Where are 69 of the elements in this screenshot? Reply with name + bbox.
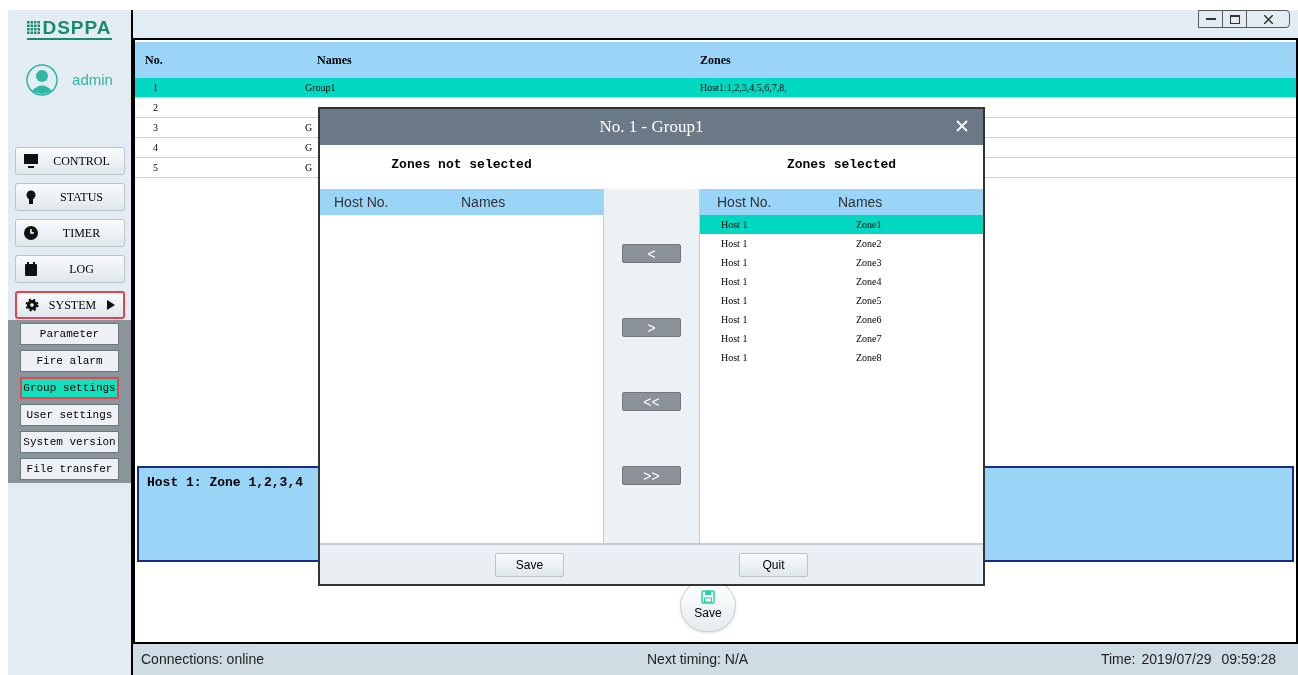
submenu-item[interactable]: Group settings [20,377,119,399]
table-cell: 5 [153,162,158,173]
time-label: Time: [1100,650,1136,669]
submenu-item[interactable]: Fire alarm [20,350,119,372]
connection-status: Connections: online [141,650,265,669]
time-text: 09:59:28 [1221,650,1276,669]
next-timing: Next timing: N/A [647,650,750,669]
zone-row[interactable]: Host 1 Zone1 [700,215,983,234]
table-cell: Host1:1,2,3,4,5,6,7,8, [700,82,787,93]
column-header: Host No. [716,192,773,212]
column-header: No. [144,52,164,69]
section-heading: Zones not selected [391,156,532,174]
table-row[interactable]: 1 Group1 Host1:1,2,3,4,5,6,7,8, [135,78,1296,98]
logo: DSPPA [42,18,112,38]
floppy-icon [701,590,715,604]
list-cell: Host 1 [721,219,748,230]
list-cell-text: Zone4 [856,275,882,289]
table-cell: 1 [153,82,158,93]
list-cell-text: Zone5 [856,294,882,308]
submenu-item[interactable]: System version [20,431,119,453]
table-cell: Group1 [305,82,336,93]
column-header: Names [316,52,353,69]
maximize-icon [1229,14,1240,24]
column-header: Names [838,192,883,212]
dialog-button[interactable]: Save [495,552,564,577]
detail-text: Host 1: Zone 1,2,3,4 [147,475,304,490]
nav-button[interactable]: CONTROL [14,147,125,175]
list-cell: Host 1 [721,333,748,344]
submenu-item[interactable]: File transfer [20,458,119,480]
user-name: admin [72,69,113,90]
avatar-icon [26,64,59,96]
list-cell-text: Zone3 [856,256,882,270]
clock-icon [23,226,38,240]
list-cell: Host 1 [721,238,748,249]
nav-button[interactable]: TIMER [14,219,125,247]
table-cell: G [305,142,313,153]
dialog-button[interactable]: Quit [739,552,808,577]
column-header: Names [461,192,506,212]
list-cell: Host 1 [721,257,748,268]
list-cell: Host 1 [721,295,748,306]
close-icon [1263,14,1273,24]
minimize-icon [1205,18,1216,20]
table-cell: G [305,162,313,173]
list-cell-text: Zone2 [856,237,882,251]
list-cell-text: Zone6 [856,313,882,327]
submenu-item[interactable]: User settings [20,404,119,426]
dialog-title: No. 1 - Group1 [599,116,704,139]
table-cell: 3 [153,122,158,133]
list-cell-text: Zone1 [856,218,882,232]
nav-button[interactable]: SYSTEM [14,291,125,319]
monitor-icon [23,154,38,168]
list-cell-text: Zone8 [856,351,882,365]
calendar-icon [23,262,38,276]
list-cell-text: Zone7 [856,332,882,346]
logo-icon [27,21,42,35]
column-header: Zones [699,52,732,69]
table-cell: G [305,122,313,133]
gear-icon [24,298,39,312]
nav-button[interactable]: LOG [14,255,125,283]
column-header: Host No. [333,192,390,212]
table-cell: 4 [153,142,158,153]
nav-button[interactable]: STATUS [14,183,125,211]
list-cell: Host 1 [721,314,748,325]
date-text: 2019/07/29 [1141,650,1212,669]
table-cell: 2 [153,102,158,113]
submenu-item[interactable]: Parameter [20,323,119,345]
section-heading: Zones selected [786,156,897,174]
list-cell: Host 1 [721,352,748,363]
list-cell: Host 1 [721,276,748,287]
